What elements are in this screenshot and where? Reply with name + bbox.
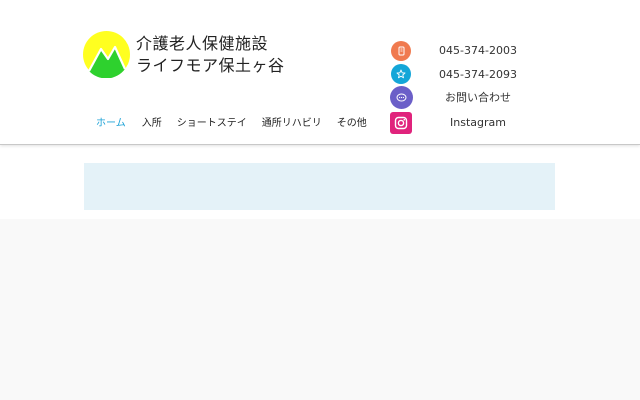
- instagram-link[interactable]: Instagram: [418, 116, 538, 130]
- site-logo[interactable]: [83, 31, 130, 78]
- instagram-icon[interactable]: [390, 112, 412, 134]
- phone-icon[interactable]: [391, 41, 411, 61]
- fax-icon[interactable]: [391, 64, 411, 84]
- phone-number-1[interactable]: 045-374-2003: [418, 44, 538, 58]
- chat-icon[interactable]: [390, 86, 413, 109]
- nav-item-other[interactable]: その他: [337, 116, 367, 132]
- site-title[interactable]: 介護老人保健施設 ライフモア保土ヶ谷: [136, 33, 285, 77]
- inquiry-link[interactable]: お問い合わせ: [418, 91, 538, 105]
- nav-item-short-stay[interactable]: ショートステイ: [177, 116, 247, 132]
- nav-item-home[interactable]: ホーム: [96, 116, 126, 132]
- site-header: 介護老人保健施設 ライフモア保土ヶ谷 ホーム 入所 ショートステイ 通所リハビリ…: [0, 0, 640, 145]
- mountain-logo-icon: [83, 31, 130, 78]
- nav-item-admission[interactable]: 入所: [142, 116, 162, 132]
- site-title-line2: ライフモア保土ヶ谷: [136, 56, 285, 75]
- content-banner: [84, 163, 555, 210]
- site-title-line1: 介護老人保健施設: [136, 34, 269, 53]
- nav-item-day-rehab[interactable]: 通所リハビリ: [262, 116, 322, 132]
- main-nav: ホーム 入所 ショートステイ 通所リハビリ その他: [96, 116, 367, 132]
- phone-number-2[interactable]: 045-374-2093: [418, 68, 538, 82]
